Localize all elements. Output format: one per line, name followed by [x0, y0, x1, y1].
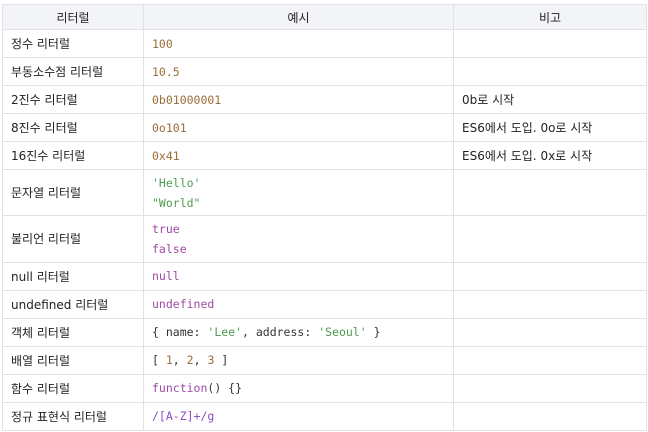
code-token: ,: [193, 353, 208, 368]
literal-name-cell: 문자열 리터럴: [2, 169, 144, 217]
code-token: 'Hello': [152, 175, 201, 190]
example-cell: undefined: [143, 289, 454, 319]
example-cell: 0o101: [143, 113, 454, 143]
code-token: ,: [172, 353, 187, 368]
example-line: 100: [152, 34, 445, 54]
table-body: 정수 리터럴 100 부동소수점 리터럴 10.5 2진수 리터럴 0b01000001 0…: [2, 28, 647, 432]
table-row: 2진수 리터럴 0b01000001 0b로 시작: [2, 85, 647, 115]
note-cell: [453, 57, 647, 87]
example-cell: function() {}: [143, 373, 454, 403]
example-cell: 0x41: [143, 141, 454, 171]
table-header-row: 리터럴 예시 비고: [2, 4, 647, 30]
table-row: 8진수 리터럴 0o101 ES6에서 도입. 0o로 시작: [2, 113, 647, 143]
code-token: 0b01000001: [152, 92, 222, 107]
code-token: , address:: [242, 325, 319, 340]
literal-name-cell: 객체 리터럴: [2, 317, 144, 347]
note-cell: 0b로 시작: [453, 85, 647, 115]
table-row: 정규 표현식 리터럴 /[A-Z]+/g: [2, 401, 647, 432]
code-token: }: [366, 325, 381, 340]
code-token: 100: [152, 36, 173, 51]
literal-name-cell: 2진수 리터럴: [2, 85, 144, 115]
note-cell: [453, 169, 647, 217]
note-cell: ES6에서 도입. 0o로 시작: [453, 113, 647, 143]
example-cell: 'Hello' "World": [143, 169, 454, 217]
code-token: 0o101: [152, 120, 187, 135]
example-line: function() {}: [152, 378, 445, 398]
note-cell: [453, 215, 647, 263]
table-row: 문자열 리터럴 'Hello' "World": [2, 169, 647, 217]
example-cell: true false: [143, 215, 454, 263]
example-line: 0x41: [152, 146, 445, 166]
header-example: 예시: [143, 4, 454, 30]
literal-name-cell: 정수 리터럴: [2, 28, 144, 59]
example-cell: /[A-Z]+/g: [143, 401, 454, 432]
literal-name-cell: 배열 리터럴: [2, 345, 144, 375]
table-row: 정수 리터럴 100: [2, 28, 647, 59]
example-cell: 0b01000001: [143, 85, 454, 115]
literal-name-cell: 정규 표현식 리터럴: [2, 401, 144, 432]
table-row: null 리터럴 null: [2, 261, 647, 291]
example-line: { name: 'Lee', address: 'Seoul' }: [152, 322, 445, 342]
code-token: 'Seoul': [318, 325, 367, 340]
literal-name-cell: 부동소수점 리터럴: [2, 57, 144, 87]
code-token: [: [152, 353, 166, 368]
example-line: [ 1, 2, 3 ]: [152, 350, 445, 370]
note-cell: [453, 401, 647, 432]
example-cell: { name: 'Lee', address: 'Seoul' }: [143, 317, 454, 347]
code-token: false: [152, 241, 187, 256]
code-token: 2: [186, 353, 194, 368]
example-line: 10.5: [152, 62, 445, 82]
example-line: null: [152, 266, 445, 286]
code-token: 10.5: [152, 64, 180, 79]
example-line: 0o101: [152, 118, 445, 138]
literal-table: 리터럴 예시 비고 정수 리터럴 100 부동소수점 리터럴 10.5 2진수 리터럴 0…: [2, 4, 647, 432]
example-line: false: [152, 239, 445, 259]
literal-name-cell: 함수 리터럴: [2, 373, 144, 403]
table-row: undefined 리터럴 undefined: [2, 289, 647, 319]
code-token: () {}: [207, 381, 243, 396]
header-note: 비고: [453, 4, 647, 30]
note-cell: [453, 317, 647, 347]
note-cell: ES6에서 도입. 0x로 시작: [453, 141, 647, 171]
literal-name-cell: null 리터럴: [2, 261, 144, 291]
example-line: undefined: [152, 294, 445, 314]
code-token: true: [152, 221, 180, 236]
code-token: { name:: [152, 325, 208, 340]
example-cell: 10.5: [143, 57, 454, 87]
table-row: 함수 리터럴 function() {}: [2, 373, 647, 403]
code-token: function: [152, 381, 208, 396]
code-token: 1: [165, 353, 173, 368]
literal-name-cell: undefined 리터럴: [2, 289, 144, 319]
code-token: "World": [152, 195, 201, 210]
note-cell: [453, 373, 647, 403]
example-line: 'Hello': [152, 173, 445, 193]
literal-name-cell: 16진수 리터럴: [2, 141, 144, 171]
example-line: /[A-Z]+/g: [152, 406, 445, 426]
example-cell: [ 1, 2, 3 ]: [143, 345, 454, 375]
code-token: ]: [214, 353, 229, 368]
literal-name-cell: 불리언 리터럴: [2, 215, 144, 263]
example-cell: 100: [143, 28, 454, 59]
note-cell: [453, 345, 647, 375]
code-token: null: [152, 269, 180, 284]
table-row: 배열 리터럴 [ 1, 2, 3 ]: [2, 345, 647, 375]
table-row: 부동소수점 리터럴 10.5: [2, 57, 647, 87]
note-cell: [453, 289, 647, 319]
literal-name-cell: 8진수 리터럴: [2, 113, 144, 143]
code-token: 'Lee': [207, 325, 243, 340]
code-token: 0x41: [152, 148, 180, 163]
example-cell: null: [143, 261, 454, 291]
code-token: /[A-Z]+/g: [152, 409, 215, 424]
note-cell: [453, 261, 647, 291]
example-line: "World": [152, 193, 445, 213]
note-cell: [453, 28, 647, 59]
code-token: undefined: [152, 297, 215, 312]
example-line: true: [152, 219, 445, 239]
table-row: 16진수 리터럴 0x41 ES6에서 도입. 0x로 시작: [2, 141, 647, 171]
header-literal: 리터럴: [2, 4, 144, 30]
table-row: 불리언 리터럴 true false: [2, 215, 647, 263]
table-row: 객체 리터럴 { name: 'Lee', address: 'Seoul' }: [2, 317, 647, 347]
example-line: 0b01000001: [152, 90, 445, 110]
